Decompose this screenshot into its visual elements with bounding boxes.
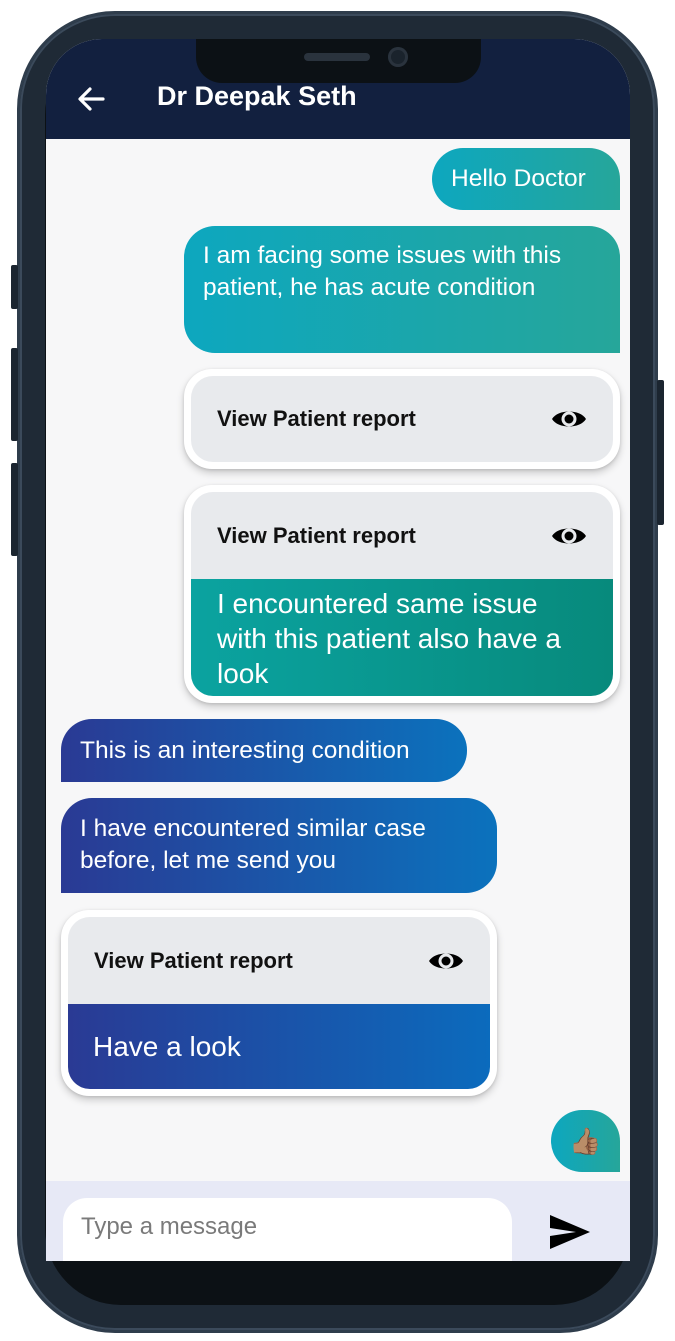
sent-message[interactable]: Hello Doctor	[432, 148, 620, 210]
front-camera	[388, 47, 408, 67]
report-label: View Patient report	[217, 522, 416, 548]
volume-down-button	[11, 463, 18, 556]
sent-message[interactable]: I am facing some issues with this patien…	[184, 226, 620, 353]
report-label: View Patient report	[217, 406, 416, 431]
back-button[interactable]	[74, 82, 108, 116]
thumbs-up-icon: 👍🏽	[569, 1126, 602, 1156]
chat-screen: Dr Deepak Seth Hello Doctor I am facing …	[46, 39, 630, 1261]
thumbs-up-message[interactable]: 👍🏽	[551, 1110, 620, 1172]
eye-icon	[551, 524, 587, 548]
patient-report-card: View Patient report I encountered same i…	[184, 485, 620, 703]
message-composer	[46, 1181, 630, 1261]
power-button	[657, 380, 664, 525]
notch	[196, 39, 481, 83]
patient-report-card: View Patient report Have a look	[61, 910, 497, 1096]
eye-icon	[428, 949, 464, 973]
report-label: View Patient report	[94, 947, 293, 973]
mute-switch	[11, 265, 18, 309]
contact-name: Dr Deepak Seth	[157, 81, 357, 111]
eye-icon	[551, 407, 587, 431]
view-report-button[interactable]: View Patient report	[191, 492, 613, 579]
report-caption: I encountered same issue with this patie…	[191, 579, 613, 696]
arrow-left-icon	[78, 87, 105, 111]
received-message[interactable]: This is an interesting condition	[61, 719, 467, 782]
received-message[interactable]: I have encountered similar case before, …	[61, 798, 497, 893]
report-caption: Have a look	[68, 1004, 490, 1089]
send-icon	[550, 1215, 590, 1249]
message-input[interactable]	[63, 1198, 512, 1261]
send-button[interactable]	[546, 1209, 594, 1255]
patient-report-card: View Patient report	[184, 369, 620, 469]
earpiece-speaker	[304, 53, 370, 61]
view-report-button[interactable]: View Patient report	[191, 376, 613, 462]
volume-up-button	[11, 348, 18, 441]
view-report-button[interactable]: View Patient report	[68, 917, 490, 1004]
